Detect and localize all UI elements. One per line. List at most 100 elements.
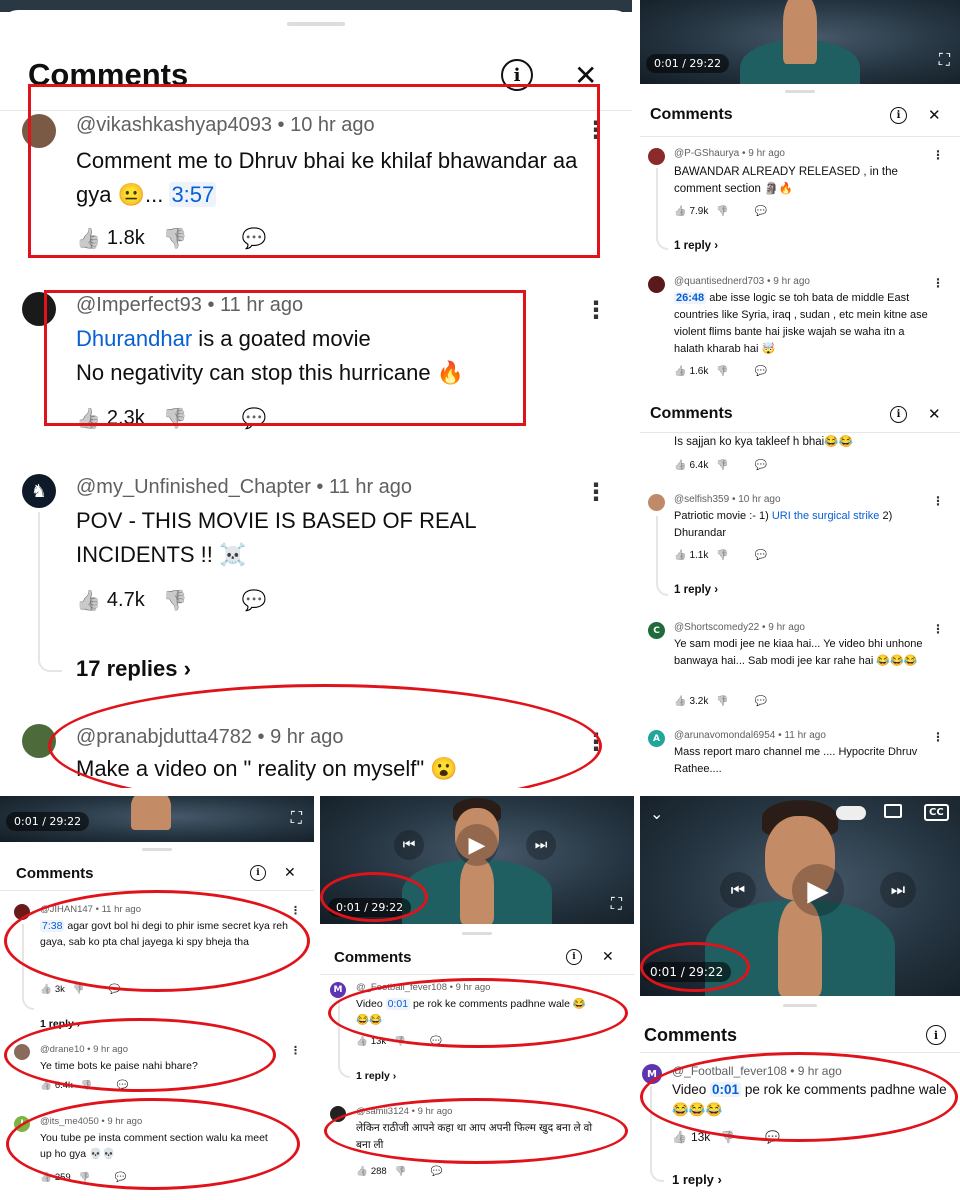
kebab-menu-icon[interactable]: ⋮ <box>584 728 608 756</box>
like-icon[interactable]: 👍 <box>40 1172 52 1183</box>
reply-icon[interactable]: 💬 <box>755 460 767 471</box>
minimize-icon[interactable]: ⌄ <box>650 804 663 823</box>
comment-author[interactable]: @JIHAN147 <box>40 904 93 915</box>
dislike-icon[interactable]: 👎 <box>163 226 188 251</box>
comment-author[interactable]: @my_Unfinished_Chapter <box>76 476 311 498</box>
reply-icon[interactable]: 💬 <box>755 550 767 561</box>
dislike-icon[interactable]: 👎 <box>81 1080 93 1091</box>
like-icon[interactable]: 👍 <box>674 460 686 471</box>
timestamp-link[interactable]: 3:57 <box>169 182 217 207</box>
fullscreen-icon[interactable]: ⛶ <box>611 894 622 914</box>
timestamp-link[interactable]: 0:01 <box>710 1082 742 1097</box>
kebab-menu-icon[interactable]: ⋮ <box>584 116 608 144</box>
info-icon[interactable]: i <box>890 405 907 423</box>
video-player[interactable]: ⌄ CC ⏮ ▶ ⏭ 0:01 / 29:22 <box>640 796 960 996</box>
avatar[interactable] <box>22 724 56 758</box>
avatar[interactable]: C <box>648 622 665 639</box>
view-replies-button[interactable]: 1 reply › <box>40 1018 80 1030</box>
sheet-handle[interactable] <box>783 1004 817 1007</box>
info-icon[interactable]: i <box>926 1025 946 1045</box>
like-icon[interactable]: 👍 <box>40 1080 52 1091</box>
cast-icon[interactable] <box>884 804 902 818</box>
kebab-menu-icon[interactable]: ⋮ <box>584 296 608 324</box>
avatar[interactable]: M <box>330 982 346 998</box>
view-replies-button[interactable]: 1 reply › <box>356 1070 396 1082</box>
sheet-handle[interactable] <box>462 932 492 935</box>
search-link[interactable]: Dhurandhar <box>76 326 192 351</box>
video-player[interactable]: ⏮ ▶ ⏭ 0:01 / 29:22 ⛶ <box>320 796 634 924</box>
avatar[interactable] <box>648 148 665 165</box>
comment-author[interactable]: @P-GShaurya <box>674 148 739 159</box>
info-icon[interactable]: i <box>566 949 582 965</box>
reply-icon[interactable]: 💬 <box>109 984 121 995</box>
comment-author[interactable]: @vikashkashyap4093 <box>76 114 272 136</box>
dislike-icon[interactable]: 👎 <box>395 1166 407 1177</box>
like-icon[interactable]: 👍 <box>40 984 52 995</box>
avatar[interactable]: A <box>648 730 665 747</box>
like-icon[interactable]: 👍 <box>356 1166 368 1177</box>
kebab-menu-icon[interactable]: ⋮ <box>932 730 944 744</box>
avatar[interactable] <box>648 276 665 293</box>
kebab-menu-icon[interactable]: ⋮ <box>584 478 608 506</box>
comment-author[interactable]: @arunavomondal6954 <box>674 730 775 741</box>
dislike-icon[interactable]: 👎 <box>163 588 188 613</box>
previous-icon[interactable]: ⏮ <box>394 830 424 860</box>
close-icon[interactable]: ✕ <box>574 59 597 92</box>
reply-icon[interactable]: 💬 <box>242 406 267 431</box>
info-icon[interactable]: i <box>890 106 907 124</box>
timestamp-link[interactable]: 26:48 <box>674 292 707 304</box>
dislike-icon[interactable]: 👎 <box>163 406 188 431</box>
next-icon[interactable]: ⏭ <box>880 872 916 908</box>
reply-icon[interactable]: 💬 <box>242 226 267 251</box>
reply-icon[interactable]: 💬 <box>765 1130 780 1144</box>
dislike-icon[interactable]: 👎 <box>716 206 728 217</box>
autoplay-toggle-icon[interactable] <box>836 806 866 820</box>
reply-icon[interactable]: 💬 <box>755 206 767 217</box>
avatar[interactable] <box>14 904 30 920</box>
view-replies-button[interactable]: 17 replies › <box>76 656 191 682</box>
kebab-menu-icon[interactable]: ⋮ <box>932 494 944 508</box>
captions-icon[interactable]: CC <box>924 804 949 821</box>
kebab-menu-icon[interactable]: ⋮ <box>932 148 944 162</box>
timestamp-link[interactable]: 0:01 <box>385 998 411 1010</box>
previous-icon[interactable]: ⏮ <box>720 872 756 908</box>
fullscreen-icon[interactable]: ⛶ <box>291 808 302 828</box>
sheet-handle[interactable] <box>287 22 345 26</box>
reply-icon[interactable]: 💬 <box>117 1080 129 1091</box>
comment-author[interactable]: @Imperfect93 <box>76 294 202 316</box>
dislike-icon[interactable]: 👎 <box>716 460 728 471</box>
reply-icon[interactable]: 💬 <box>755 696 767 707</box>
reply-icon[interactable]: 💬 <box>755 366 767 377</box>
info-icon[interactable]: i <box>501 59 533 91</box>
video-player[interactable]: 0:01 / 29:22 ⛶ <box>640 0 960 84</box>
close-icon[interactable]: ✕ <box>284 865 296 881</box>
comment-author[interactable]: @drane10 <box>40 1044 85 1055</box>
dislike-icon[interactable]: 👎 <box>394 1036 406 1047</box>
dislike-icon[interactable]: 👎 <box>716 366 728 377</box>
sheet-handle[interactable] <box>142 848 172 851</box>
dislike-icon[interactable]: 👎 <box>716 696 728 707</box>
play-icon[interactable]: ▶ <box>792 864 844 916</box>
search-link[interactable]: URI the surgical strike <box>772 510 880 522</box>
kebab-menu-icon[interactable]: ⋮ <box>932 622 944 636</box>
video-player[interactable]: 0:01 / 29:22 ⛶ <box>0 796 314 842</box>
play-icon[interactable]: ▶ <box>456 824 498 866</box>
avatar[interactable]: ♞ <box>22 474 56 508</box>
reply-icon[interactable]: 💬 <box>430 1036 442 1047</box>
close-icon[interactable]: ✕ <box>602 949 614 965</box>
like-icon[interactable]: 👍 <box>674 696 686 707</box>
avatar[interactable] <box>22 114 56 148</box>
comment-author[interactable]: @quantisednerd703 <box>674 276 764 287</box>
avatar[interactable] <box>14 1044 30 1060</box>
comment-author[interactable]: @_Football_fever108 <box>672 1064 787 1078</box>
info-icon[interactable]: i <box>250 865 266 881</box>
like-icon[interactable]: 👍 <box>672 1130 687 1144</box>
view-replies-button[interactable]: 1 reply › <box>674 584 718 596</box>
avatar[interactable] <box>648 494 665 511</box>
like-icon[interactable]: 👍 <box>76 406 101 431</box>
comment-author[interactable]: @_Football_fever108 <box>356 982 447 993</box>
like-icon[interactable]: 👍 <box>674 366 686 377</box>
timestamp-link[interactable]: 7:38 <box>40 920 65 932</box>
reply-icon[interactable]: 💬 <box>431 1166 443 1177</box>
comment-author[interactable]: @selfish359 <box>674 494 729 505</box>
